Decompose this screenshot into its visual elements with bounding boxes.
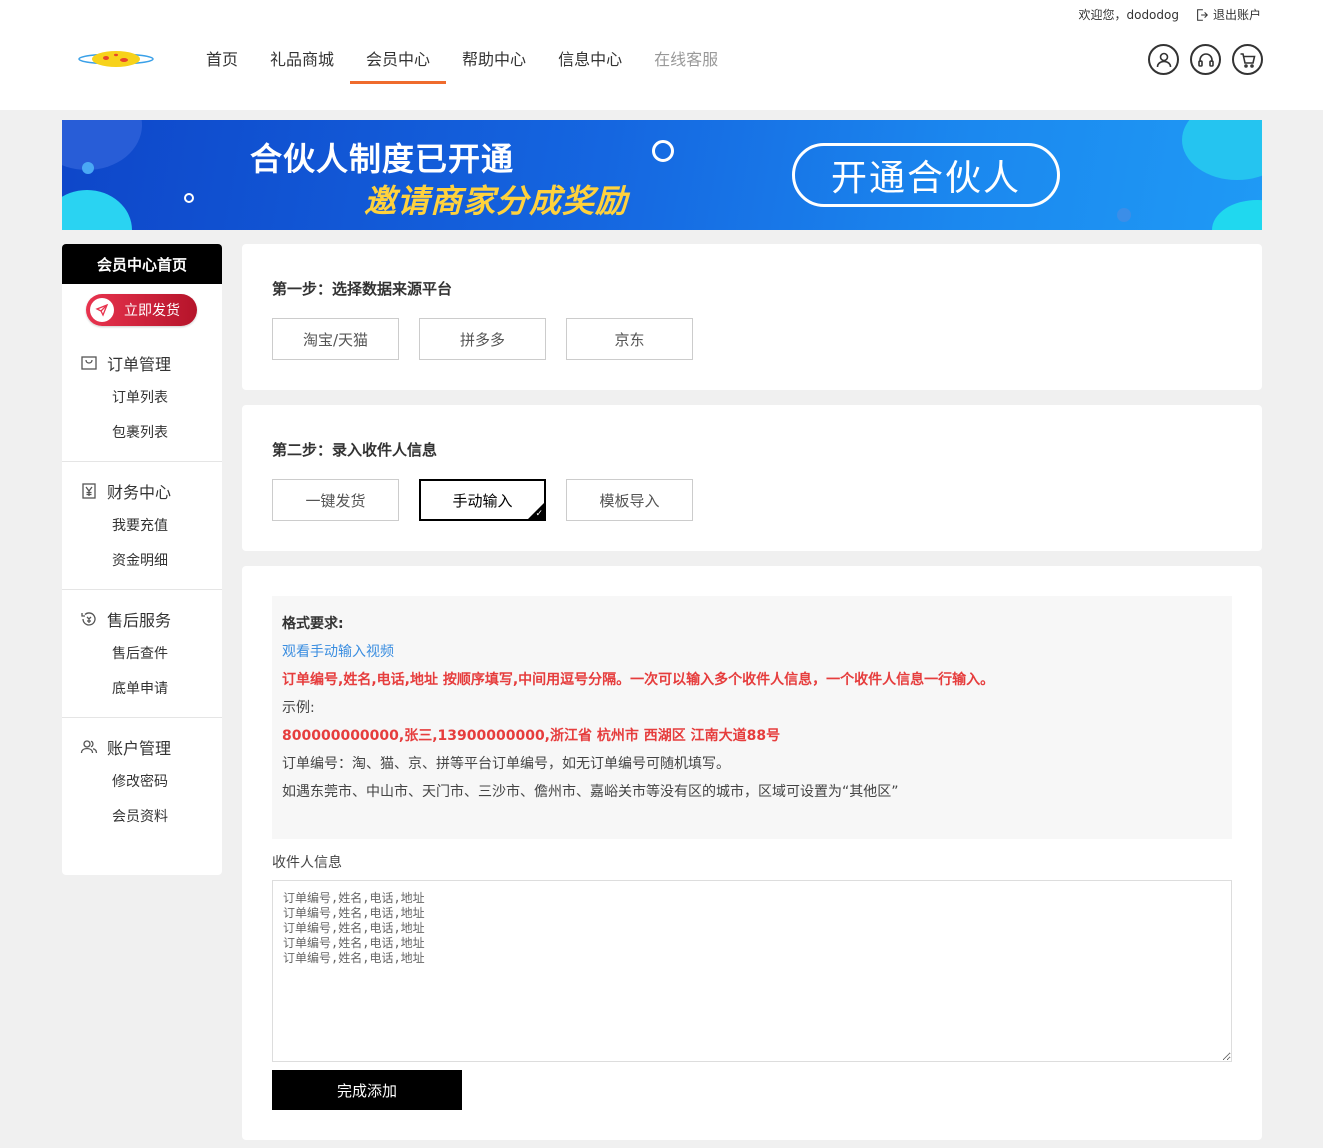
top-bar: 欢迎您，dododog 退出账户 (1078, 6, 1261, 23)
sidebar-item-package-list[interactable]: 包裹列表 (62, 416, 222, 451)
member-home-link[interactable]: 会员中心首页 (62, 244, 222, 284)
sidebar-group-account: 账户管理 修改密码 会员资料 (62, 735, 222, 835)
sidebar-item-member-profile[interactable]: 会员资料 (62, 800, 222, 835)
sidebar-group-label: 财务中心 (107, 483, 172, 502)
header-icons (1148, 44, 1263, 75)
refund-icon (81, 612, 96, 626)
headset-icon[interactable] (1190, 44, 1221, 75)
banner-decoration (1117, 208, 1131, 222)
format-rule-text: 订单编号,姓名,电话,地址 按顺序填写,中间用逗号分隔。一次可以输入多个收件人信… (282, 672, 995, 688)
manual-input-option[interactable]: 手动输入 ✓ (419, 479, 546, 521)
sidebar-divider (62, 589, 222, 590)
recipient-info-label: 收件人信息 (272, 855, 342, 871)
sidebar-item-change-password[interactable]: 修改密码 (62, 765, 222, 800)
bag-icon (81, 356, 97, 370)
sidebar-group-label: 订单管理 (107, 355, 172, 374)
main-nav: 首页 礼品商城 会员中心 帮助中心 信息中心 在线客服 (190, 36, 734, 84)
format-heading: 格式要求: (282, 616, 344, 632)
nav-gift-mall[interactable]: 礼品商城 (254, 36, 350, 82)
manual-input-label: 手动输入 (452, 491, 513, 510)
yen-icon (82, 483, 96, 499)
step2-card: 第二步：录入收件人信息 一键发货 手动输入 ✓ 模板导入 (242, 405, 1262, 551)
banner-decoration (1212, 200, 1262, 230)
sidebar-item-order-list[interactable]: 订单列表 (62, 381, 222, 416)
step2-title: 第二步：录入收件人信息 (272, 441, 438, 459)
sidebar-group-title: 订单管理 (62, 351, 222, 375)
sidebar-group-title: 财务中心 (62, 479, 222, 503)
sidebar-group-label: 账户管理 (107, 739, 172, 758)
example-label: 示例: (282, 700, 315, 716)
banner-decoration (652, 140, 674, 162)
step1-title: 第一步：选择数据来源平台 (272, 280, 453, 298)
sidebar-item-after-sales-query[interactable]: 售后查件 (62, 637, 222, 672)
step1-card: 第一步：选择数据来源平台 淘宝/天猫 拼多多 京东 (242, 244, 1262, 390)
sidebar-group-finance: 财务中心 我要充值 资金明细 (62, 479, 222, 579)
sidebar-group-title: 账户管理 (62, 735, 222, 759)
sidebar-item-fund-details[interactable]: 资金明细 (62, 544, 222, 579)
example-text: 800000000000,张三,13900000000,浙江省 杭州市 西湖区 … (282, 728, 781, 744)
nav-help-center[interactable]: 帮助中心 (446, 36, 542, 82)
nav-home[interactable]: 首页 (190, 36, 254, 82)
manual-input-video-link[interactable]: 观看手动输入视频 (282, 638, 1222, 666)
template-import-option[interactable]: 模板导入 (566, 479, 693, 521)
banner-decoration (184, 193, 194, 203)
sidebar-item-recharge[interactable]: 我要充值 (62, 509, 222, 544)
nav-member-center[interactable]: 会员中心 (350, 36, 447, 84)
site-logo[interactable] (76, 46, 154, 72)
banner-decoration (82, 162, 94, 174)
format-requirements-box: 格式要求: 观看手动输入视频 订单编号,姓名,电话,地址 按顺序填写,中间用逗号… (272, 596, 1232, 839)
send-icon (90, 298, 114, 322)
sidebar-group-label: 售后服务 (107, 611, 172, 630)
site-header: 欢迎您，dododog 退出账户 首页 礼品商城 会员中心 帮助中心 信息中心 … (0, 0, 1323, 110)
district-note: 如遇东莞市、中山市、天门市、三沙市、儋州市、嘉峪关市等没有区的城市，区域可设置为… (282, 784, 899, 800)
sidebar-divider (62, 717, 222, 718)
recipient-input-card: 格式要求: 观看手动输入视频 订单编号,姓名,电话,地址 按顺序填写,中间用逗号… (242, 566, 1262, 1140)
banner-decoration (62, 190, 132, 230)
check-icon: ✓ (535, 509, 543, 519)
recipient-info-textarea[interactable] (272, 880, 1232, 1062)
logout-label: 退出账户 (1212, 8, 1261, 22)
sidebar-group-title: 售后服务 (62, 607, 222, 631)
platform-pinduoduo-option[interactable]: 拼多多 (419, 318, 546, 360)
logout-icon (1197, 8, 1208, 21)
banner-subtitle: 邀请商家分成奖励 (364, 182, 629, 220)
users-icon (80, 740, 98, 754)
member-sidebar: 会员中心首页 立即发货 订单管理 订单列表 包裹列表 财务中心 我要充值 资金明… (62, 244, 222, 875)
ship-now-button[interactable]: 立即发货 (86, 294, 197, 326)
banner-decoration (62, 120, 142, 170)
ship-now-label: 立即发货 (124, 303, 180, 319)
one-click-ship-option[interactable]: 一键发货 (272, 479, 399, 521)
sidebar-group-after-sales: 售后服务 售后查件 底单申请 (62, 607, 222, 707)
platform-jd-option[interactable]: 京东 (566, 318, 693, 360)
complete-add-button[interactable]: 完成添加 (272, 1070, 462, 1110)
welcome-text: 欢迎您，dododog (1078, 8, 1179, 22)
partner-banner[interactable]: 合伙人制度已开通 邀请商家分成奖励 开通合伙人 (62, 120, 1262, 230)
user-icon[interactable] (1148, 44, 1179, 75)
sidebar-group-orders: 订单管理 订单列表 包裹列表 (62, 351, 222, 451)
banner-decoration (1182, 120, 1262, 180)
sidebar-divider (62, 461, 222, 462)
sidebar-item-receipt-apply[interactable]: 底单申请 (62, 672, 222, 707)
order-number-note: 订单编号：淘、猫、京、拼等平台订单编号，如无订单编号可随机填写。 (282, 756, 730, 772)
platform-taobao-option[interactable]: 淘宝/天猫 (272, 318, 399, 360)
banner-title: 合伙人制度已开通 (250, 140, 515, 178)
nav-info-center[interactable]: 信息中心 (542, 36, 638, 82)
cart-icon[interactable] (1232, 44, 1263, 75)
open-partner-button[interactable]: 开通合伙人 (792, 143, 1060, 207)
logout-link[interactable]: 退出账户 (1195, 6, 1261, 23)
nav-online-service[interactable]: 在线客服 (638, 36, 734, 82)
